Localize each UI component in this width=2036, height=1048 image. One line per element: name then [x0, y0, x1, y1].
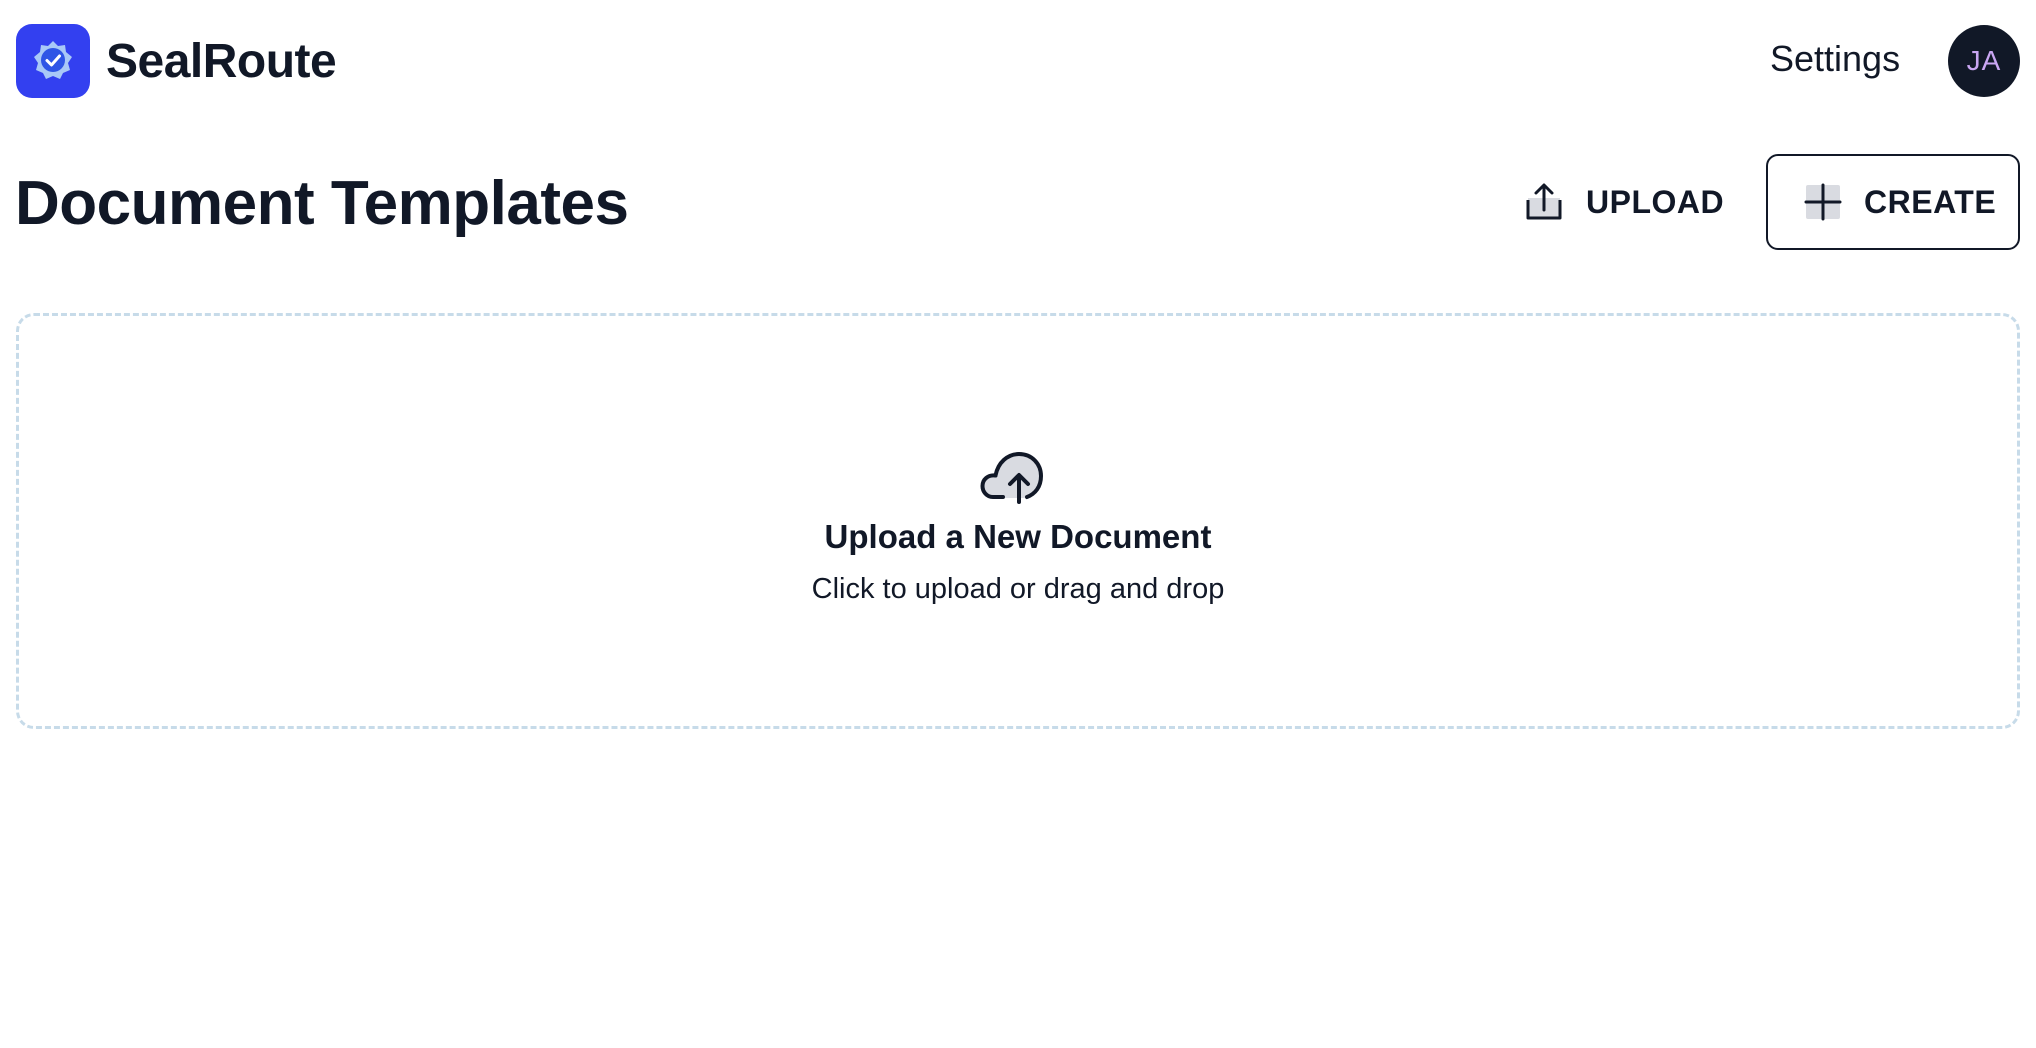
brand-home-link[interactable]: SealRoute	[16, 24, 337, 98]
top-navigation-bar: SealRoute Settings JA	[0, 0, 2036, 124]
create-button[interactable]: CREATE	[1766, 154, 2020, 250]
dropzone-title: Upload a New Document	[824, 518, 1212, 555]
upload-button[interactable]: UPLOAD	[1508, 154, 1740, 250]
upload-icon	[1524, 182, 1564, 222]
shield-check-icon	[16, 24, 90, 98]
plus-icon	[1804, 183, 1842, 221]
page-title: Document Templates	[15, 169, 629, 238]
brand-name: SealRoute	[106, 34, 337, 88]
user-avatar[interactable]: JA	[1948, 25, 2020, 97]
create-button-label: CREATE	[1864, 183, 1997, 220]
settings-link[interactable]: Settings	[1770, 38, 1900, 80]
upload-button-label: UPLOAD	[1586, 183, 1725, 220]
dropzone-subtitle: Click to upload or drag and drop	[811, 573, 1225, 605]
cloud-upload-icon	[979, 444, 1059, 504]
